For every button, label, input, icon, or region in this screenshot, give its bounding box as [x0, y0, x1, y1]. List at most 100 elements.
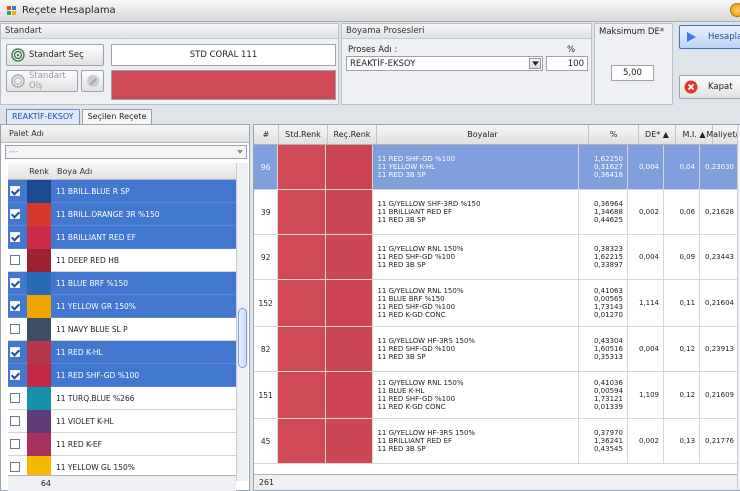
recipe-pcts: 0,41063 0,00565 1,73143 0,01270 — [579, 280, 628, 326]
palet-row-name: 11 BRILL.ORANGE 3R %150 — [56, 209, 160, 219]
kapat-label: Kapat — [708, 82, 733, 92]
recipe-dye: 11 RED SHF-GD %100 — [377, 345, 456, 353]
recipe-pcts: 0,38323 1,62215 0,33897 — [579, 235, 628, 279]
col-boyalar[interactable]: Boyalar — [377, 125, 589, 144]
col-maliyet[interactable]: Maliyet/kg — [706, 125, 740, 144]
recipe-mi: 0,09 — [664, 235, 701, 279]
palet-filter-select[interactable]: --- — [5, 145, 247, 159]
palet-row-swatch — [27, 179, 51, 203]
palet-row-checkbox[interactable] — [10, 278, 20, 288]
recipe-mi: 0,12 — [664, 372, 701, 418]
chevron-down-icon[interactable] — [235, 147, 245, 157]
recipe-de: 0,002 — [628, 190, 664, 234]
palet-row[interactable]: 11 RED SHF-GD %100 — [8, 363, 236, 387]
recipe-mi: 0,04 — [664, 145, 701, 189]
palet-row[interactable]: 11 BRILLIANT RED EF — [8, 225, 236, 249]
recipe-dye: 11 G/YELLOW RNL 150% — [377, 245, 464, 253]
recipe-std-swatch — [278, 280, 326, 326]
palet-row-name: 11 VIOLET K-HL — [56, 416, 114, 426]
palet-row-checkbox[interactable] — [10, 393, 20, 403]
recipe-row[interactable]: 39 11 G/YELLOW SHF-3RD %150 11 BRILLIANT R… — [254, 190, 737, 235]
recipe-pct: 0,36964 — [593, 200, 623, 208]
palet-row-name: 11 YELLOW GL 150% — [56, 462, 135, 472]
recipe-dyes: 11 G/YELLOW RNL 150% 11 BLUE BRF %150 11 R… — [373, 280, 580, 326]
palet-row[interactable]: 11 RED K-EF — [8, 432, 236, 456]
recipe-std-swatch — [278, 235, 326, 279]
palet-row-checkbox[interactable] — [10, 439, 20, 449]
palet-row-checkbox[interactable] — [10, 255, 20, 265]
palet-scroll-thumb[interactable] — [238, 308, 247, 368]
palet-row-name: 11 DEEP RED HB — [56, 255, 119, 265]
boyama-panel: Boyama Prosesleri Proses Adı : % REAKTİF… — [341, 23, 592, 105]
palet-row[interactable]: 11 YELLOW GR 150% — [8, 294, 236, 318]
window-title: Reçete Hesaplama — [22, 5, 116, 16]
palet-row-checkbox[interactable] — [10, 462, 20, 472]
recipe-req-swatch — [325, 419, 374, 463]
recipe-count: 261 — [258, 478, 275, 487]
palet-row[interactable]: 11 BRILL.ORANGE 3R %150 — [8, 202, 236, 226]
palet-row-checkbox[interactable] — [10, 209, 20, 219]
palet-row-name: 11 YELLOW GR 150% — [56, 301, 136, 311]
standart-select-button[interactable]: Standart Seç — [6, 44, 104, 66]
tab-reaktif[interactable]: REAKTİF-EKSOY — [6, 109, 80, 125]
palet-row[interactable]: 11 BRILL.BLUE R SP — [8, 179, 236, 203]
recipe-footer: 261 — [254, 474, 737, 490]
col-std-renk[interactable]: Std.Renk — [279, 125, 328, 144]
recipe-pct: 1,62250 — [593, 155, 623, 163]
proses-select[interactable]: REAKTİF-EKSOY — [346, 56, 543, 71]
palet-row-checkbox[interactable] — [10, 347, 20, 357]
palet-row-checkbox[interactable] — [10, 186, 20, 196]
window-control-icon[interactable] — [730, 3, 740, 17]
play-icon — [684, 30, 698, 44]
recipe-de: 0,004 — [628, 327, 664, 371]
recipe-dye: 11 YELLOW K-HL — [377, 163, 436, 171]
palet-row-checkbox[interactable] — [10, 416, 20, 426]
recipe-num: 152 — [254, 280, 279, 326]
proses-pct-input[interactable]: 100 — [546, 56, 588, 71]
palet-row-swatch — [27, 248, 51, 272]
col-num[interactable]: # — [254, 125, 279, 144]
standart-edit-button[interactable] — [81, 70, 104, 92]
col-rec-renk[interactable]: Reç.Renk — [328, 125, 377, 144]
maxde-input[interactable]: 5,00 — [611, 65, 654, 81]
palet-row-swatch — [27, 432, 51, 456]
palet-row-checkbox[interactable] — [10, 324, 20, 334]
recipe-row[interactable]: 45 11 G/YELLOW HF-3RS 150% 11 BRILLIANT RE… — [254, 419, 737, 464]
palet-row-checkbox[interactable] — [10, 232, 20, 242]
palet-row[interactable]: 11 BLUE BRF %150 — [8, 271, 236, 295]
recipe-row[interactable]: 92 11 G/YELLOW RNL 150% 11 RED SHF-GD %100… — [254, 235, 737, 280]
palet-scrollbar[interactable] — [236, 163, 248, 481]
recipe-row[interactable]: 151 11 G/YELLOW RNL 150% 11 BLUE K-HL 11 RE… — [254, 372, 737, 419]
palet-row-checkbox[interactable] — [10, 301, 20, 311]
standart-create-button[interactable]: Standart Olş — [6, 70, 78, 92]
recipe-row[interactable]: 96 11 RED SHF-GD %100 11 YELLOW K-HL 11 RED… — [254, 145, 737, 190]
recipe-dye: 11 BLUE BRF %150 — [377, 295, 445, 303]
recipe-dye: 11 RED 3B SP — [377, 353, 426, 361]
pct-label: % — [567, 45, 576, 55]
recipe-num: 92 — [254, 235, 279, 279]
chevron-down-icon[interactable] — [529, 58, 541, 69]
recipe-pcts: 0,36964 1,34688 0,44625 — [579, 190, 628, 234]
palet-row[interactable]: 11 RED K-HL — [8, 340, 236, 364]
palet-row[interactable]: 11 TURQ.BLUE %266 — [8, 386, 236, 410]
col-de[interactable]: DE* ▲ — [639, 125, 676, 144]
recipe-mi: 0,11 — [664, 280, 701, 326]
recipe-num: 96 — [254, 145, 279, 189]
recipe-row[interactable]: 82 11 G/YELLOW HF-3RS 150% 11 RED SHF-GD %… — [254, 327, 737, 372]
palet-row-checkbox[interactable] — [10, 370, 20, 380]
recipe-grid: # Std.Renk Reç.Renk Boyalar % DE* ▲ M.I.… — [253, 124, 740, 491]
kapat-button[interactable]: Kapat — [679, 75, 740, 99]
col-pct[interactable]: % — [589, 125, 639, 144]
palet-header: Palet Adı — [1, 125, 249, 143]
palet-grid-header: Renk Boya Adı — [8, 163, 236, 180]
palet-row[interactable]: 11 NAVY BLUE SL P — [8, 317, 236, 341]
recipe-req-swatch — [325, 190, 374, 234]
palet-row[interactable]: 11 VIOLET K-HL — [8, 409, 236, 433]
tab-secilen-recete[interactable]: Seçilen Reçete — [81, 109, 153, 125]
hesapla-button[interactable]: Hesapla — [679, 25, 740, 49]
tab-bar: REAKTİF-EKSOY Seçilen Reçete — [6, 109, 154, 125]
palet-row[interactable]: 11 DEEP RED HB — [8, 248, 236, 272]
standart-name-field: STD CORAL 111 — [111, 44, 336, 66]
recipe-row[interactable]: 152 11 G/YELLOW RNL 150% 11 BLUE BRF %150 1… — [254, 280, 737, 327]
recipe-cost: 0,23913 — [705, 345, 734, 353]
